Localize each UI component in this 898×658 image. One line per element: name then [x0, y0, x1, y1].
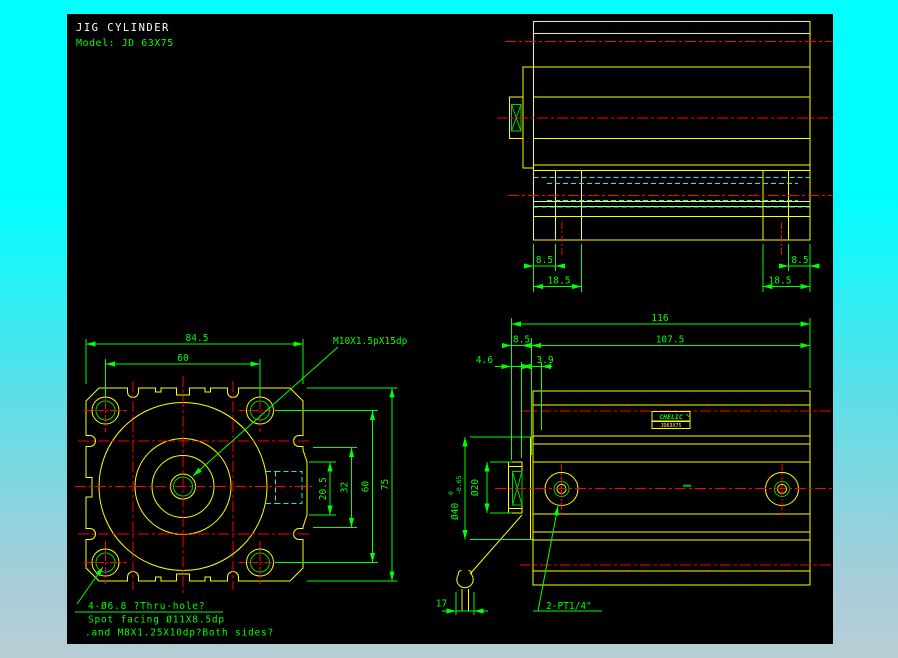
cad-drawing-canvas[interactable]: JIG CYLINDER Model: JD 63X75	[67, 14, 833, 644]
brand-logo-text: CHELIC	[659, 413, 683, 421]
top-view: 8.5 18.5 8.5 18.5	[497, 22, 833, 293]
front-view-dimensions: 84.5 60 20.5 32 60 75 M10X1.5pX15dp	[86, 333, 408, 581]
brand-model-text: JD63X75	[660, 423, 681, 429]
front-view-notes: 4-Ø6.8 ?Thru-hole? Spot facing Ø11X8.5dp…	[75, 567, 274, 639]
dim-piston-rod: Ø20	[470, 479, 481, 496]
dim-rod-end: 17	[436, 599, 447, 610]
front-view: 84.5 60 20.5 32 60 75 M10X1.5pX15dp	[75, 333, 408, 639]
thread-label: M10X1.5pX15dp	[333, 336, 408, 347]
dim-side-head: 8.5	[513, 335, 530, 346]
dim-side-rod-clip: 4.6	[476, 355, 493, 366]
cad-drawing: JIG CYLINDER Model: JD 63X75	[67, 14, 833, 644]
dim-top-right-18-5: 18.5	[769, 276, 792, 287]
dim-top-left-8-5: 8.5	[536, 255, 553, 266]
side-view: CHELIC JD63X75 116 8.5 107.5 4.6	[436, 313, 833, 615]
hidden-slot-lines-top	[534, 178, 811, 208]
side-view-dimensions: 116 8.5 107.5 4.6 3.9 Ø40 0 -0.05	[436, 313, 810, 615]
dim-top-left-18-5: 18.5	[548, 276, 571, 287]
dim-rod-tol-upper: 0	[447, 491, 455, 495]
front-view-centerlines	[75, 376, 313, 594]
top-view-centerlines	[497, 42, 833, 257]
top-view-body-outline	[510, 22, 811, 241]
dim-side-cap: 3.9	[536, 355, 553, 366]
top-view-dimensions: 8.5 18.5 8.5 18.5	[526, 244, 817, 292]
hidden-port-front	[266, 472, 302, 504]
brand-label: CHELIC JD63X75	[652, 412, 691, 488]
dim-front-bolt-vertical: 60	[361, 481, 372, 493]
port-label: 2-PT1/4"	[546, 601, 592, 612]
drawing-model: Model: JD 63X75	[76, 38, 174, 49]
thread-leader-line	[193, 347, 338, 476]
body-marking	[683, 485, 691, 488]
clevis-leader	[470, 515, 522, 574]
dim-front-bolt-spacing: 60	[177, 353, 189, 364]
dim-front-height: 75	[380, 479, 391, 490]
note-spot-facing: Spot facing Ø11X8.5dp	[88, 615, 225, 626]
dim-top-right-8-5: 8.5	[791, 255, 808, 266]
side-body-outline	[457, 391, 810, 611]
note-thru-hole: 4-Ø6.8 ?Thru-hole?	[88, 601, 205, 612]
side-view-centerlines	[495, 411, 833, 565]
dim-front-port-boss: 20.5	[318, 477, 329, 500]
dim-front-width: 84.5	[186, 333, 209, 344]
dim-rod-tol-lower: -0.05	[455, 475, 463, 495]
desktop-background: { "window": { "title": "JIG CYLINDER", "…	[0, 0, 898, 658]
dim-front-boss: 32	[340, 482, 351, 493]
drawing-title: JIG CYLINDER	[76, 22, 170, 34]
port-leader-line	[538, 506, 558, 611]
dim-side-body-length: 107.5	[656, 335, 685, 346]
title-block: JIG CYLINDER Model: JD 63X75	[76, 22, 174, 49]
dim-rod-diameter-group: Ø40 0 -0.05	[447, 475, 463, 520]
front-body-outline	[86, 388, 307, 581]
note-thread-both-sides: .and M8X1.25X10dp?Both sides?	[85, 628, 274, 639]
dim-side-total-length: 116	[651, 313, 668, 324]
dim-rod-diameter: Ø40	[450, 503, 461, 520]
